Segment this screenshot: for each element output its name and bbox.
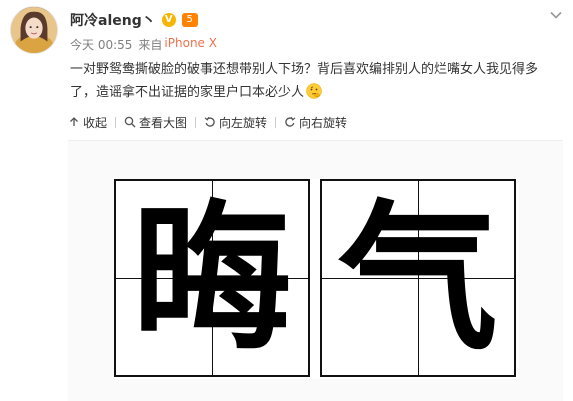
user-name[interactable]: 阿冷aleng丶 [70,10,156,30]
calligraphy-character-2: 气 [337,184,498,372]
post-content: 一对野鸳鸯撕破脸的破事还想带别人下场？背后喜欢编排别人的烂嘴女人我见得多了，造谣… [70,58,560,104]
rotate-right-button[interactable]: 向右旋转 [284,114,347,131]
search-icon [124,116,136,128]
post-image[interactable]: 晦 气 [114,179,519,379]
source-prefix: 来自 [138,38,163,52]
post-image-panel[interactable]: 晦 气 [68,140,563,401]
rotate-right-icon [285,116,296,127]
image-toolbar: 收起 查看大图 向左旋转 向右旋转 [68,112,347,132]
calligraphy-character-1: 晦 [131,184,292,372]
rotate-left-icon [204,116,215,127]
post-source[interactable]: iPhone X [164,36,217,53]
character-grid-1: 晦 [114,179,310,377]
rotate-left-button[interactable]: 向左旋转 [204,114,267,131]
verified-badge-icon: V [161,13,176,27]
view-large-label: 查看大图 [139,115,188,130]
post-meta: 今天 00:55 来自 iPhone X [70,36,217,53]
toolbar-divider [195,116,197,128]
toolbar-divider [115,116,117,128]
toolbar-divider [275,116,277,128]
rotate-left-label: 向左旋转 [219,115,268,130]
rotate-right-label: 向右旋转 [299,115,348,130]
chevron-down-icon[interactable] [549,8,563,22]
avatar-image [11,7,57,53]
collapse-icon [70,117,78,126]
user-header: 阿冷aleng丶 V 5 [70,10,198,30]
thinking-face-emoji-icon [306,83,322,99]
collapse-button[interactable]: 收起 [68,114,107,131]
view-large-button[interactable]: 查看大图 [124,114,187,131]
post-time[interactable]: 今天 00:55 [70,36,132,53]
user-avatar[interactable] [10,6,58,54]
post-text: 一对野鸳鸯撕破脸的破事还想带别人下场？背后喜欢编排别人的烂嘴女人我见得多了，造谣… [70,62,539,100]
vip-badge-icon: 5 [181,13,198,27]
collapse-label: 收起 [83,115,108,130]
character-grid-2: 气 [320,179,516,377]
